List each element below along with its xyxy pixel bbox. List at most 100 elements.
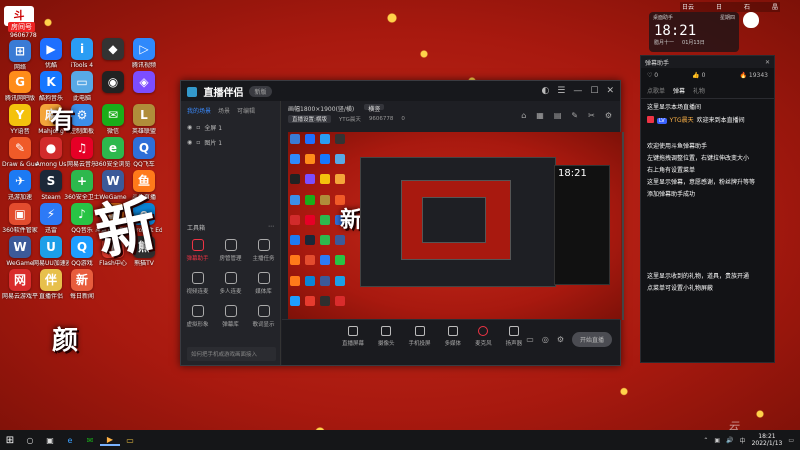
live-preview-canvas[interactable]: 新 18:21 — [288, 132, 621, 320]
gear-icon[interactable]: ⚙ — [557, 335, 564, 344]
dock-tabs: 点歌单 弹幕 礼物 — [641, 83, 774, 99]
tool-item[interactable]: 主播任务 — [247, 239, 280, 262]
tool-item[interactable]: 虚拟形象 — [181, 305, 214, 328]
window-titlebar[interactable]: 直播伴侣 新版 ◐ ☰ — ☐ ✕ — [181, 81, 620, 101]
scene-item-image[interactable]: ◉ ▫ 图片 1 — [181, 135, 280, 150]
maximize-icon[interactable]: ☐ — [590, 86, 598, 96]
desktop-icon[interactable]: ◈ — [126, 71, 162, 95]
badge-icon — [647, 116, 654, 123]
explorer-icon[interactable]: ▭ — [120, 436, 140, 445]
menu-icon[interactable]: ☰ — [557, 86, 565, 96]
tab-scenes[interactable]: 场景 — [218, 106, 230, 115]
input-method[interactable]: 中 — [740, 436, 746, 445]
desktop-icon[interactable]: ▷ 腾讯视频 — [126, 38, 162, 69]
lock-icon[interactable]: ⌂ — [521, 111, 526, 120]
desktop-clock-widget[interactable]: 桌面助手 星期四 18:21 腊月十一 01月13日 — [649, 12, 739, 52]
live-companion-window: 直播伴侣 新版 ◐ ☰ — ☐ ✕ 我的场景 场景 可编辑 ◉ ▫ 全屏 1 ◉… — [180, 80, 624, 366]
source-button[interactable]: 扬声器 — [506, 326, 522, 347]
preview-mini-icon — [320, 134, 330, 144]
preview-mini-icon — [320, 154, 330, 165]
notification-icon[interactable]: ▭ — [788, 437, 794, 444]
source-button[interactable]: 手机投屏 — [409, 326, 431, 347]
desktop-icon[interactable]: L 英雄联盟 — [126, 104, 162, 135]
tray-expand-icon[interactable]: ⌃ — [703, 437, 708, 444]
tab-my-scenes[interactable]: 我的场景 — [187, 106, 211, 115]
tool-item[interactable]: 房管管理 — [214, 239, 247, 262]
scene-item-fullscreen[interactable]: ◉ ▫ 全屏 1 — [181, 120, 280, 135]
danmaku-line: 左键拖拽调整位置，右键拉伸改变大小 — [647, 155, 750, 162]
video-icon[interactable]: ▭ — [526, 335, 534, 344]
more-icon[interactable]: ⋯ — [268, 223, 274, 232]
cat-mascot-icon[interactable] — [743, 12, 759, 28]
pen-icon[interactable]: ✎ — [571, 111, 578, 120]
network-icon[interactable]: ▣ — [714, 437, 720, 444]
scissors-icon[interactable]: ✂ — [588, 111, 595, 120]
preview-area: 画幅1800×1900(竖/横) 横竖 直播设置:横版 YTG晨天 960677… — [282, 101, 624, 365]
dock-header[interactable]: 弹幕助手 ✕ — [641, 56, 774, 68]
tool-item[interactable]: 多人连麦 — [214, 272, 247, 295]
grid-icon[interactable]: ▦ — [536, 111, 544, 120]
wechat-icon[interactable]: ✉ — [80, 436, 100, 445]
source-label: 直播屏幕 — [342, 341, 365, 347]
viewer-count: 0 — [401, 116, 405, 122]
eye-icon[interactable]: ◉ — [187, 139, 192, 146]
top-strip-item: 石 — [743, 4, 750, 11]
close-icon[interactable]: ✕ — [765, 59, 770, 66]
lock-icon[interactable]: ▫ — [196, 139, 200, 146]
taskbar-clock[interactable]: 18:21 2022/1/13 — [752, 433, 783, 447]
preview-scrollbar[interactable] — [622, 132, 624, 320]
tab-danmaku[interactable]: 弹幕 — [673, 86, 685, 95]
preview-mini-icon — [290, 214, 300, 225]
desktop-icon[interactable]: Q QQ飞车 — [126, 137, 162, 168]
avatar-icon[interactable]: ◐ — [541, 86, 549, 96]
tool-icon — [257, 239, 270, 251]
tool-item[interactable]: 弹幕助手 — [181, 239, 214, 262]
preview-mini-icon — [305, 194, 315, 205]
app-icon: 网 — [9, 269, 31, 291]
preview-mini-icon — [305, 295, 315, 306]
source-icon — [348, 326, 358, 336]
live-companion-taskbar-icon[interactable]: ▶ — [100, 435, 120, 446]
search-icon[interactable]: ○ — [20, 436, 40, 445]
app-icon: ⊞ — [9, 40, 31, 62]
source-button[interactable]: 摄像头 — [378, 326, 395, 347]
tool-item[interactable]: 媒体库 — [247, 272, 280, 295]
eye-icon[interactable]: ◉ — [187, 124, 192, 131]
preview-mini-icon — [290, 255, 300, 266]
tool-icon — [191, 305, 204, 317]
tool-item[interactable]: 视频连麦 — [181, 272, 214, 295]
live-settings[interactable]: 直播设置:横版 — [288, 115, 331, 123]
version-badge[interactable]: 新版 — [249, 85, 272, 97]
tab-song-list[interactable]: 点歌单 — [647, 86, 665, 95]
preview-mini-icon — [335, 235, 345, 246]
source-button[interactable]: 多媒体 — [445, 326, 461, 347]
tool-item[interactable]: 弹幕库 — [214, 305, 247, 328]
desktop-icon[interactable]: 新每日新闻 — [64, 269, 100, 300]
start-live-button[interactable]: 开始直播 — [571, 332, 612, 347]
minimize-icon[interactable]: — — [573, 86, 582, 96]
tool-icon — [224, 272, 237, 284]
volume-icon[interactable]: 🔊 — [726, 437, 733, 444]
orientation-button[interactable]: 横竖 — [364, 104, 385, 113]
danmaku-line: 这里显示本场直播间 — [647, 104, 702, 111]
eye-icon[interactable]: ◎ — [542, 335, 549, 344]
layers-icon[interactable]: ▤ — [554, 111, 562, 120]
edge-icon[interactable]: e — [60, 436, 80, 445]
tab-editable[interactable]: 可编辑 — [237, 106, 255, 115]
user-name[interactable]: YTG晨天 — [670, 117, 694, 124]
tab-gifts[interactable]: 礼物 — [693, 86, 705, 95]
setup-tip[interactable]: 如何把手机或游戏画面接入 — [187, 347, 276, 361]
source-button[interactable]: 麦克风 — [475, 326, 492, 347]
settings-icon[interactable]: ⚙ — [605, 111, 612, 120]
start-icon[interactable]: ⊞ — [0, 435, 20, 446]
close-icon[interactable]: ✕ — [606, 86, 614, 96]
preview-mini-icon — [320, 214, 330, 225]
source-button[interactable]: 直播屏幕 — [342, 326, 364, 347]
task-view-icon[interactable]: ▣ — [40, 436, 60, 445]
source-toolbar: 直播屏幕 摄像头 手机投屏 多媒体 麦克风 扬声器 ▭ ◎ ⚙ 开始直播 — [282, 319, 620, 365]
app-icon: ▭ — [71, 71, 93, 93]
tool-item[interactable]: 歌词显示 — [247, 305, 280, 328]
preview-nested-window-3 — [422, 197, 486, 243]
lock-icon[interactable]: ▫ — [196, 124, 200, 131]
app-icon: 伴 — [40, 269, 62, 291]
